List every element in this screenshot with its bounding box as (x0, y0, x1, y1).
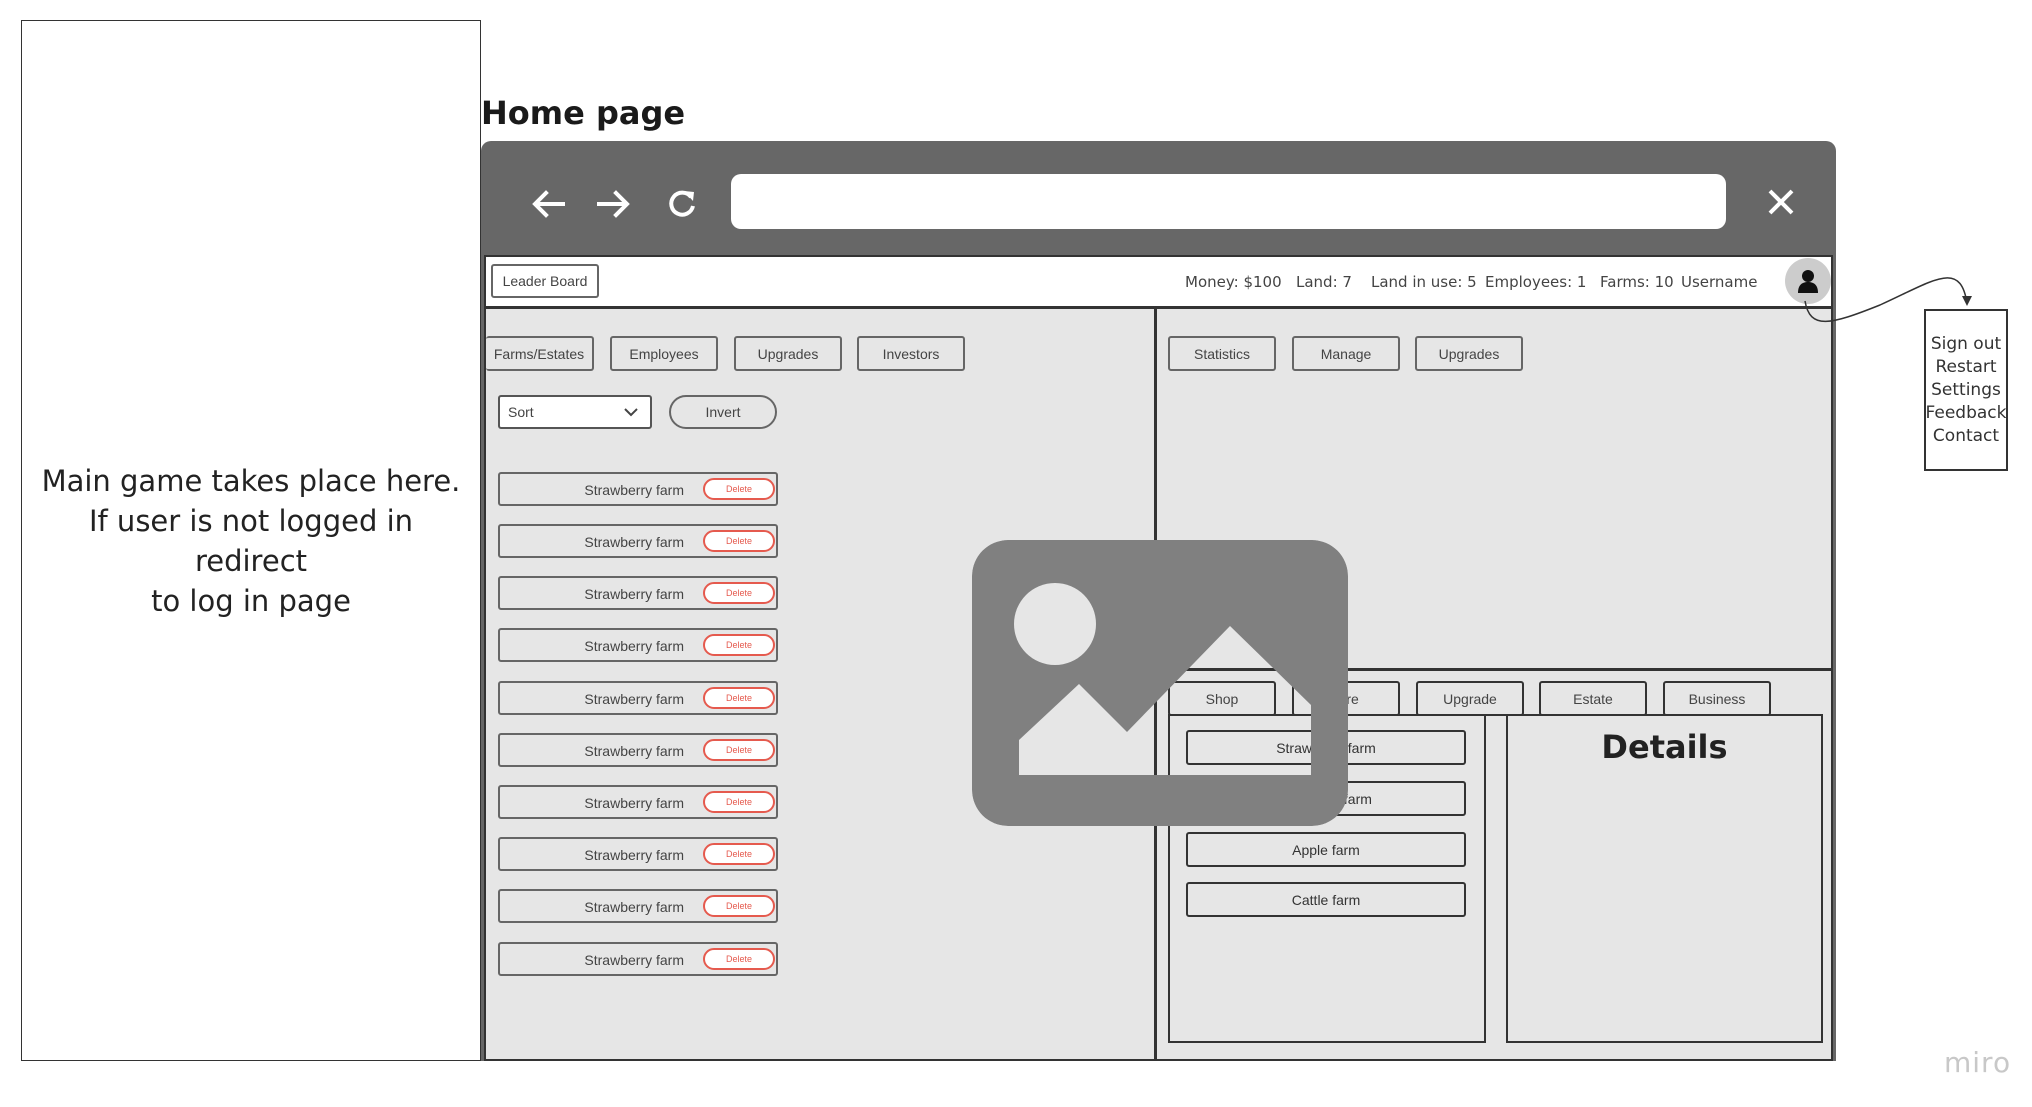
delete-button[interactable]: Delete (703, 948, 775, 970)
tab-business[interactable]: Business (1663, 681, 1771, 716)
annotation-line: If user is not logged in redirect (88, 503, 414, 578)
details-panel: Details (1506, 714, 1823, 1043)
shop-panel: Strawberry farm Blueberry farm Apple far… (1168, 714, 1486, 1043)
delete-button[interactable]: Delete (703, 739, 775, 761)
farms-stat: Farms: 10 (1600, 273, 1674, 291)
horizontal-divider (1156, 668, 1833, 671)
farm-name: Strawberry farm (584, 534, 684, 550)
browser-window: Leader Board Money: $100 Land: 7 Land in… (481, 141, 1836, 1061)
annotation-line: to log in page (151, 583, 351, 618)
sort-select[interactable]: Sort (498, 395, 652, 429)
shop-item-cattle[interactable]: Cattle farm (1186, 882, 1466, 917)
url-bar[interactable] (731, 174, 1726, 229)
shop-item-blueberry[interactable]: Blueberry farm (1186, 781, 1466, 816)
employees-stat: Employees: 1 (1485, 273, 1587, 291)
leaderboard-button[interactable]: Leader Board (491, 264, 599, 298)
farm-list-item[interactable]: Strawberry farm Delete (498, 576, 778, 610)
delete-button[interactable]: Delete (703, 791, 775, 813)
menu-item-settings[interactable]: Settings (1931, 379, 2001, 402)
tab-investors[interactable]: Investors (857, 336, 965, 371)
close-icon (1768, 189, 1794, 215)
delete-button[interactable]: Delete (703, 582, 775, 604)
farm-name: Strawberry farm (584, 795, 684, 811)
back-button[interactable] (523, 179, 573, 229)
tab-employees[interactable]: Employees (610, 336, 718, 371)
menu-item-restart[interactable]: Restart (1935, 356, 1996, 379)
farm-name: Strawberry farm (584, 691, 684, 707)
chevron-down-icon (624, 408, 638, 417)
vertical-divider (1154, 309, 1157, 1059)
invert-button[interactable]: Invert (669, 395, 777, 429)
farm-name: Strawberry farm (584, 952, 684, 968)
farm-list-item[interactable]: Strawberry farm Delete (498, 785, 778, 819)
annotation-line: Main game takes place here. (41, 463, 461, 498)
farm-list-item[interactable]: Strawberry farm Delete (498, 889, 778, 923)
tab-farms-estates[interactable]: Farms/Estates (486, 336, 594, 371)
user-icon (1798, 270, 1818, 293)
farm-list-item[interactable]: Strawberry farm Delete (498, 472, 778, 506)
shop-item-strawberry[interactable]: Strawberry farm (1186, 730, 1466, 765)
delete-button[interactable]: Delete (703, 530, 775, 552)
details-title: Details (1601, 728, 1728, 766)
annotation-text: Main game takes place here. If user is n… (36, 461, 466, 621)
land-in-use-stat: Land in use: 5 (1371, 273, 1477, 291)
farm-list-item[interactable]: Strawberry farm Delete (498, 524, 778, 558)
avatar-button[interactable] (1785, 258, 1831, 304)
reload-button[interactable] (657, 179, 707, 229)
sort-value: Sort (508, 404, 534, 420)
annotation-box: Main game takes place here. If user is n… (21, 20, 481, 1061)
delete-button[interactable]: Delete (703, 634, 775, 656)
tab-statistics[interactable]: Statistics (1168, 336, 1276, 371)
username-label: Username (1681, 273, 1758, 291)
farm-name: Strawberry farm (584, 638, 684, 654)
tab-upgrades-right[interactable]: Upgrades (1415, 336, 1523, 371)
close-button[interactable] (1756, 177, 1806, 227)
shop-item-apple[interactable]: Apple farm (1186, 832, 1466, 867)
delete-button[interactable]: Delete (703, 895, 775, 917)
farm-name: Strawberry farm (584, 743, 684, 759)
tab-upgrade[interactable]: Upgrade (1416, 681, 1524, 716)
top-bar: Leader Board Money: $100 Land: 7 Land in… (486, 257, 1831, 309)
menu-item-contact[interactable]: Contact (1933, 425, 1999, 448)
reload-icon (669, 190, 695, 217)
tab-upgrades[interactable]: Upgrades (734, 336, 842, 371)
delete-button[interactable]: Delete (703, 687, 775, 709)
delete-button[interactable]: Delete (703, 478, 775, 500)
arrow-left-icon (532, 190, 565, 218)
farm-list-item[interactable]: Strawberry farm Delete (498, 628, 778, 662)
land-stat: Land: 7 (1296, 273, 1352, 291)
menu-item-sign-out[interactable]: Sign out (1931, 333, 2001, 356)
farm-list-item[interactable]: Strawberry farm Delete (498, 837, 778, 871)
delete-button[interactable]: Delete (703, 843, 775, 865)
app-viewport: Leader Board Money: $100 Land: 7 Land in… (484, 255, 1833, 1061)
farm-name: Strawberry farm (584, 847, 684, 863)
money-stat: Money: $100 (1185, 273, 1282, 291)
farm-name: Strawberry farm (584, 899, 684, 915)
user-menu: Sign out Restart Settings Feedback Conta… (1924, 309, 2008, 471)
tab-manage[interactable]: Manage (1292, 336, 1400, 371)
tab-estate[interactable]: Estate (1539, 681, 1647, 716)
farm-list-item[interactable]: Strawberry farm Delete (498, 942, 778, 976)
farm-list-item[interactable]: Strawberry farm Delete (498, 733, 778, 767)
forward-button[interactable] (589, 179, 639, 229)
page-title: Home page (481, 94, 686, 132)
arrow-right-icon (597, 190, 630, 218)
farm-name: Strawberry farm (584, 482, 684, 498)
farm-name: Strawberry farm (584, 586, 684, 602)
tab-shop[interactable]: Shop (1168, 681, 1276, 716)
farm-list-item[interactable]: Strawberry farm Delete (498, 681, 778, 715)
tab-hire[interactable]: Hire (1292, 681, 1400, 716)
miro-watermark: miro (1944, 1046, 2012, 1079)
menu-item-feedback[interactable]: Feedback (1926, 402, 2007, 425)
